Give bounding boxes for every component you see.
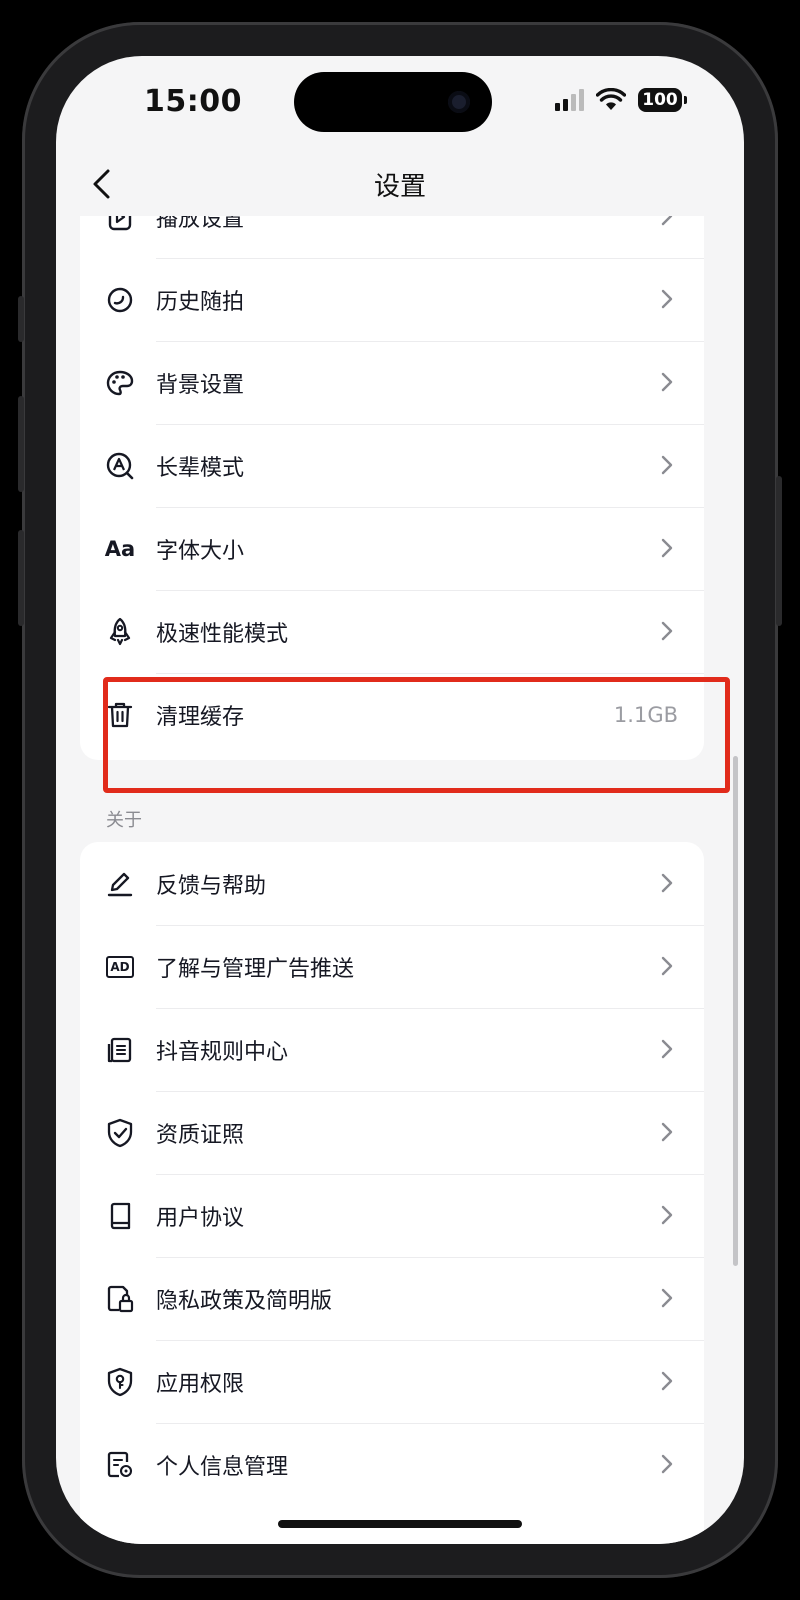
settings-card-about: 反馈与帮助 AD 了解与管理广告推送 抖音规则中心 资质证照 用户协议 隐私政策… (80, 842, 704, 1544)
pencil-icon (104, 868, 136, 900)
chevron-right-icon (661, 372, 673, 392)
shield-key-icon (104, 1366, 136, 1398)
section-title-about: 关于 (106, 810, 142, 831)
status-time: 15:00 (144, 84, 242, 119)
about-item-app-permissions[interactable]: 应用权限 (80, 1340, 704, 1423)
status-icons: 100 (555, 88, 687, 112)
lock-document-icon (104, 1283, 136, 1315)
nav-bar: 设置 (56, 156, 744, 212)
about-item-licenses[interactable]: 资质证照 (80, 1091, 704, 1174)
settings-item-label: 历史随拍 (156, 289, 245, 315)
chevron-right-icon (661, 956, 673, 976)
settings-item-history[interactable]: 历史随拍 (80, 258, 704, 341)
palette-icon (104, 367, 136, 399)
settings-item-label: 清理缓存 (156, 704, 245, 730)
history-icon (104, 284, 136, 316)
book-icon (104, 1200, 136, 1232)
settings-item-label: 播放设置 (156, 216, 245, 232)
settings-item-label: 长辈模式 (156, 455, 245, 481)
camera-icon (448, 91, 470, 113)
font-size-icon: Aa (104, 537, 136, 561)
play-icon (104, 216, 136, 233)
about-item-rules-center[interactable]: 抖音规则中心 (80, 1008, 704, 1091)
about-item-label: 抖音规则中心 (156, 1039, 289, 1065)
settings-item-clear-cache[interactable]: 清理缓存 1.1GB (80, 673, 704, 756)
volume-up-button (18, 396, 24, 492)
about-item-label: 用户协议 (156, 1205, 245, 1231)
settings-item-elder-mode[interactable]: 长辈模式 (80, 424, 704, 507)
dynamic-island (294, 72, 492, 132)
ad-icon: AD (104, 951, 136, 983)
elder-mode-icon (104, 450, 136, 482)
about-item-label: 资质证照 (156, 1122, 245, 1148)
page-title: 设置 (373, 172, 426, 202)
chevron-right-icon (661, 289, 673, 309)
battery-indicator: 100 (638, 88, 687, 112)
chevron-right-icon (661, 621, 673, 641)
settings-item-font-size[interactable]: Aa 字体大小 (80, 507, 704, 590)
about-item-label: 隐私政策及简明版 (156, 1288, 333, 1314)
power-button (776, 476, 782, 626)
about-item-privacy-policy[interactable]: 隐私政策及简明版 (80, 1257, 704, 1340)
chevron-right-icon (661, 1122, 673, 1142)
chevron-right-icon (661, 538, 673, 558)
action-button (18, 296, 24, 342)
about-item-user-agreement[interactable]: 用户协议 (80, 1174, 704, 1257)
cache-size-value: 1.1GB (613, 702, 678, 727)
about-item-label: 个人信息管理 (156, 1454, 289, 1480)
shield-check-icon (104, 1117, 136, 1149)
about-item-label: 应用权限 (156, 1371, 245, 1397)
wifi-icon (596, 88, 626, 110)
settings-item-label: 字体大小 (156, 538, 245, 564)
about-item-ad-management[interactable]: AD 了解与管理广告推送 (80, 925, 704, 1008)
document-list-icon (104, 1034, 136, 1066)
chevron-right-icon (661, 1288, 673, 1308)
settings-item-label: 背景设置 (156, 372, 245, 398)
status-bar: 15:00 100 (56, 56, 744, 156)
chevron-right-icon (661, 1039, 673, 1059)
chevron-right-icon (661, 1371, 673, 1391)
settings-item-label: 极速性能模式 (156, 621, 289, 647)
about-item-label: 反馈与帮助 (156, 873, 267, 899)
ad-icon-label: AD (106, 956, 134, 978)
phone-screen: 15:00 100 设置 播放设置 历史随拍 背景设置 长辈模式 Aa 字体大小… (56, 56, 744, 1544)
rocket-icon (104, 616, 136, 648)
chevron-right-icon (661, 455, 673, 475)
trash-icon (104, 699, 136, 731)
settings-item-playback[interactable]: 播放设置 (80, 216, 704, 258)
document-settings-icon (104, 1449, 136, 1481)
chevron-right-icon (661, 873, 673, 893)
scrollbar[interactable] (733, 756, 738, 1266)
about-item-feedback[interactable]: 反馈与帮助 (80, 842, 704, 925)
about-item-label: 了解与管理广告推送 (156, 956, 355, 982)
settings-item-background[interactable]: 背景设置 (80, 341, 704, 424)
chevron-right-icon (661, 1205, 673, 1225)
chevron-right-icon (661, 216, 673, 226)
chevron-right-icon (661, 1454, 673, 1474)
volume-down-button (18, 530, 24, 626)
settings-item-performance-mode[interactable]: 极速性能模式 (80, 590, 704, 673)
settings-card-general: 播放设置 历史随拍 背景设置 长辈模式 Aa 字体大小 极速性能模式 清理缓存 … (80, 216, 704, 760)
settings-scroll-area[interactable]: 播放设置 历史随拍 背景设置 长辈模式 Aa 字体大小 极速性能模式 清理缓存 … (56, 216, 744, 1544)
about-item-personal-info[interactable]: 个人信息管理 (80, 1423, 704, 1506)
home-indicator[interactable] (278, 1520, 522, 1528)
cellular-signal-icon (555, 89, 584, 111)
